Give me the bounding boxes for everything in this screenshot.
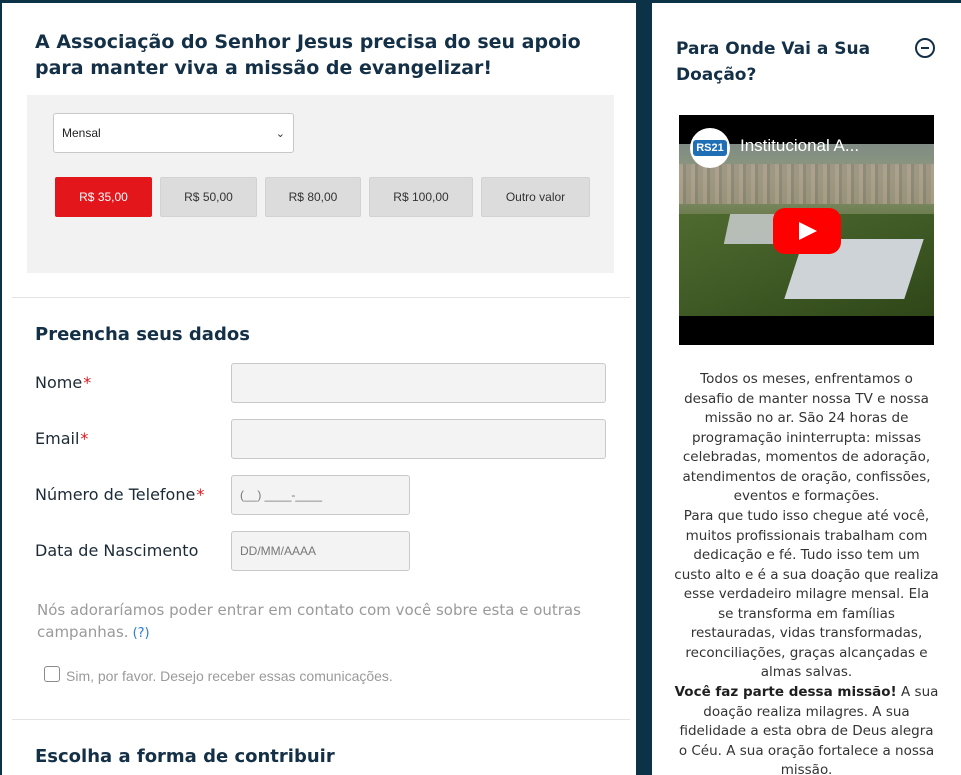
help-link[interactable]: (?) [133, 626, 150, 641]
channel-logo[interactable]: RS21 [690, 128, 730, 168]
collapse-icon[interactable] [915, 38, 935, 58]
frequency-select[interactable]: Mensal ⌄ [53, 113, 294, 153]
play-icon[interactable] [773, 208, 841, 254]
phone-field[interactable]: (__) ____-____ [231, 475, 410, 515]
frequency-value: Mensal [62, 126, 101, 140]
video-player[interactable]: RS21 Institucional A... [679, 115, 934, 345]
consent-text: Nós adoraríamos poder entrar em contato … [37, 601, 581, 641]
consent-checkbox[interactable] [44, 666, 60, 682]
amount-button-other[interactable]: Outro valor [481, 177, 590, 217]
video-title[interactable]: Institucional A... [740, 136, 920, 156]
divider [12, 719, 630, 720]
birth-date-label: Data de Nascimento [35, 541, 199, 560]
amount-button-80[interactable]: R$ 80,00 [265, 177, 361, 217]
donation-info-panel: Para Onde Vai a Sua Doação? RS21 Institu… [652, 0, 961, 775]
email-field[interactable] [231, 419, 606, 459]
amount-button-50[interactable]: R$ 50,00 [160, 177, 257, 217]
amount-button-35[interactable]: R$ 35,00 [55, 177, 152, 217]
email-label: Email* [35, 429, 89, 448]
description-paragraph-2: Para que tudo isso chegue até você, muit… [674, 508, 939, 680]
campaign-headline: A Associação do Senhor Jesus precisa do … [35, 31, 581, 79]
name-field[interactable] [231, 363, 606, 403]
birth-date-field[interactable]: DD/MM/AAAA [231, 531, 410, 571]
donation-form-panel: A Associação do Senhor Jesus precisa do … [0, 0, 636, 775]
contribution-title: Escolha a forma de contribuir [35, 746, 335, 767]
divider [12, 297, 630, 298]
name-label: Nome* [35, 373, 92, 392]
description-paragraph-3: Você faz parte dessa missão! A sua doaçã… [674, 684, 939, 775]
consent-checkbox-label: Sim, por favor. Desejo receber essas com… [66, 668, 393, 684]
phone-label: Número de Telefone* [35, 485, 205, 504]
form-title: Preencha seus dados [35, 324, 250, 345]
amount-button-100[interactable]: R$ 100,00 [369, 177, 473, 217]
chevron-down-icon: ⌄ [275, 127, 285, 140]
panel-title: Para Onde Vai a Sua Doação? [676, 39, 871, 85]
description-paragraph-1: Todos os meses, enfrentamos o desafio de… [682, 371, 931, 504]
donation-options: Mensal ⌄ R$ 35,00 R$ 50,00 R$ 80,00 R$ 1… [27, 95, 614, 273]
